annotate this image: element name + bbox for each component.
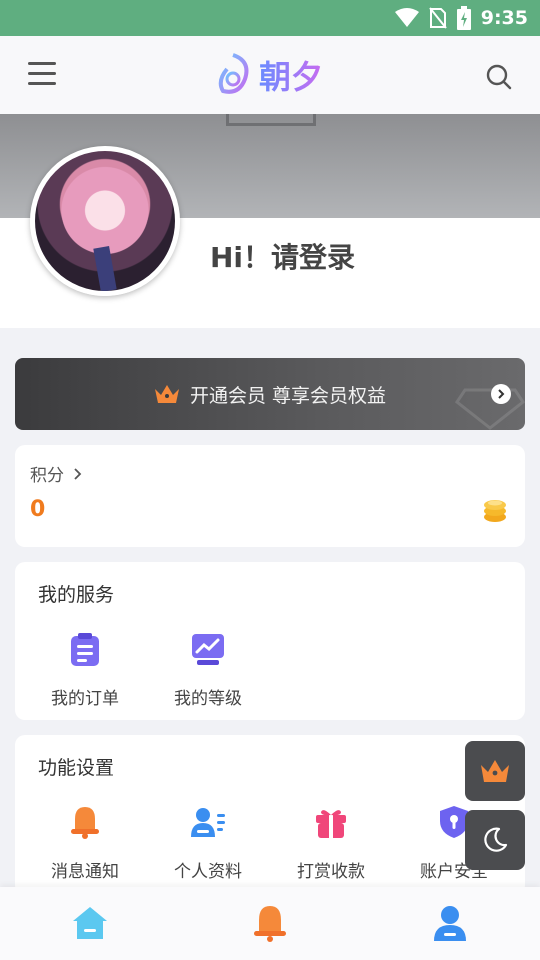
notifications-label: 消息通知 [51, 862, 119, 882]
settings-title: 功能设置 [38, 757, 115, 779]
logo-emblem-icon [218, 53, 249, 94]
tip-button[interactable]: 打赏收款 [276, 805, 386, 882]
tip-label: 打赏收款 [297, 862, 365, 882]
search-icon[interactable] [486, 64, 512, 90]
points-value: 0 [30, 497, 46, 522]
status-time: 9:35 [480, 7, 528, 29]
logo-text: 朝夕 [259, 52, 323, 98]
menu-icon[interactable] [28, 62, 56, 86]
notifications-button[interactable]: 消息通知 [30, 805, 140, 882]
avatar[interactable] [30, 146, 180, 296]
orders-button[interactable]: 我的订单 [30, 632, 140, 709]
tab-notifications[interactable] [250, 903, 290, 943]
home-icon [73, 907, 107, 939]
chevron-right-icon [74, 468, 82, 480]
profile-button[interactable]: 个人资料 [153, 805, 263, 882]
crown-icon [481, 760, 509, 782]
top-header: 朝夕 [0, 36, 540, 114]
points-card[interactable]: 积分 0 [15, 445, 525, 547]
status-bar: 9:35 [0, 0, 540, 36]
user-icon [434, 906, 466, 941]
no-sim-icon [428, 7, 447, 29]
coins-icon [484, 500, 506, 522]
login-prompt[interactable]: Hi！请登录 [210, 236, 355, 276]
tab-home[interactable] [70, 903, 110, 943]
orders-label: 我的订单 [51, 689, 119, 709]
app-logo: 朝夕 [215, 50, 335, 100]
diamond-watermark-icon [455, 388, 525, 430]
battery-charging-icon [456, 6, 471, 30]
profile-label: 个人资料 [174, 862, 242, 882]
notification-icon [254, 906, 286, 942]
vip-banner[interactable]: 开通会员 尊享会员权益 [15, 358, 525, 430]
settings-card: 功能设置 消息通知 个人资料 打赏收款 账户安全 [15, 735, 525, 895]
level-label: 我的等级 [174, 689, 242, 709]
dark-mode-button[interactable] [465, 810, 525, 870]
vip-float-button[interactable] [465, 741, 525, 801]
vip-label: 开通会员 尊享会员权益 [189, 384, 387, 407]
clipboard-icon [71, 633, 99, 666]
level-button[interactable]: 我的等级 [153, 632, 263, 709]
tab-profile[interactable] [430, 903, 470, 943]
gift-icon [316, 810, 346, 838]
points-label: 积分 [30, 466, 64, 486]
chevron-right-icon [491, 384, 511, 404]
chart-monitor-icon [192, 634, 224, 665]
crown-icon [154, 385, 179, 403]
moon-icon [484, 827, 508, 852]
wifi-icon [394, 8, 419, 27]
services-title: 我的服务 [38, 584, 115, 606]
bell-icon [71, 807, 99, 839]
profile-card-icon [191, 808, 225, 837]
services-card: 我的服务 我的订单 我的等级 [15, 562, 525, 720]
bottom-tab-bar [0, 887, 540, 960]
points-link[interactable]: 积分 [30, 461, 83, 486]
